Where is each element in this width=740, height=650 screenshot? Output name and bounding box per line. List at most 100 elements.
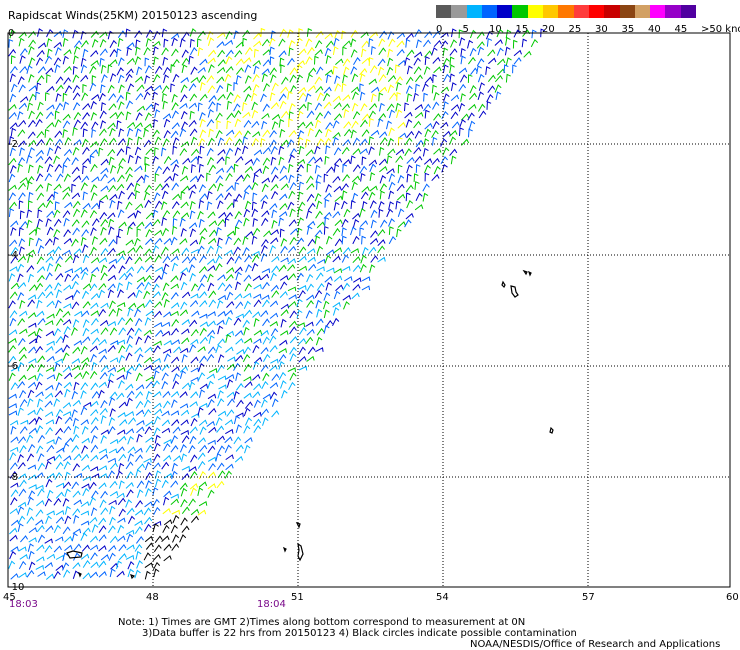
wind-barb xyxy=(28,358,37,364)
wind-barb xyxy=(449,130,458,137)
note-line-2: 3)Data buffer is 22 hrs from 20150123 4)… xyxy=(142,628,577,639)
wind-barb xyxy=(324,198,330,208)
wind-barb xyxy=(395,64,400,74)
wind-barb xyxy=(128,417,137,425)
wind-barb xyxy=(62,249,71,256)
wind-barb xyxy=(72,490,81,498)
wind-barb xyxy=(109,480,118,489)
wind-barb xyxy=(173,455,182,462)
wind-barb xyxy=(143,457,152,463)
wind-barb xyxy=(270,74,277,83)
wind-barb xyxy=(127,307,134,317)
wind-barb xyxy=(44,284,53,292)
wind-barb xyxy=(333,113,343,121)
wind-barb xyxy=(251,254,260,263)
wind-barb xyxy=(170,390,180,398)
wind-barb xyxy=(37,66,46,74)
wind-barb xyxy=(153,370,160,379)
wind-barb xyxy=(253,293,262,299)
wind-barb xyxy=(271,398,279,407)
wind-barb xyxy=(53,155,60,164)
wind-barb xyxy=(63,284,72,291)
wind-barb xyxy=(46,355,55,362)
wind-barb xyxy=(17,292,25,301)
wind-barb xyxy=(164,175,173,183)
wind-barb xyxy=(308,263,317,271)
wind-barb xyxy=(91,390,100,399)
wind-barb xyxy=(414,204,424,211)
wind-barb xyxy=(18,37,25,47)
wind-barb xyxy=(125,370,132,380)
wind-barb xyxy=(9,534,18,542)
wind-barb xyxy=(91,93,100,101)
wind-barb xyxy=(469,47,477,57)
wind-barb xyxy=(217,390,224,399)
wind-barb xyxy=(18,436,27,444)
wind-barb xyxy=(20,220,28,229)
wind-barb xyxy=(80,501,90,507)
wind-barb xyxy=(342,40,352,48)
wind-barb xyxy=(35,472,44,479)
wind-barb xyxy=(235,58,244,66)
wind-barb xyxy=(100,327,109,335)
wind-barb xyxy=(369,103,378,111)
wind-barb xyxy=(82,254,90,264)
wind-barb xyxy=(189,93,198,102)
wind-barb xyxy=(108,184,117,193)
wind-barb xyxy=(333,268,343,274)
wind-barb xyxy=(100,120,107,129)
wind-barb xyxy=(226,409,235,417)
wind-barb xyxy=(10,282,20,290)
wind-barb xyxy=(135,92,144,101)
wind-barb xyxy=(289,310,297,319)
wind-barb xyxy=(251,101,258,111)
wind-barb xyxy=(36,445,44,454)
wind-barb xyxy=(145,103,154,111)
note-line-3: NOAA/NESDIS/Office of Research and Appli… xyxy=(470,639,721,650)
wind-barb xyxy=(189,200,196,210)
wind-barb xyxy=(170,64,176,73)
wind-barb xyxy=(28,417,38,425)
wind-barb xyxy=(82,370,90,379)
wind-barb xyxy=(27,543,34,552)
wind-barb xyxy=(37,164,44,174)
wind-barb xyxy=(208,290,217,299)
wind-barb xyxy=(134,30,143,38)
wind-barb xyxy=(90,552,98,561)
wind-barb xyxy=(35,118,43,127)
wind-barb xyxy=(233,30,240,40)
wind-barb xyxy=(82,319,90,328)
wind-barb xyxy=(143,174,150,184)
wind-barb xyxy=(62,186,71,193)
wind-barb xyxy=(18,572,27,578)
wind-barb xyxy=(126,127,134,137)
wind-barb xyxy=(406,199,414,209)
wind-barb xyxy=(81,175,90,183)
wind-barb xyxy=(118,272,128,280)
wind-barb xyxy=(332,227,341,236)
wind-barb xyxy=(80,345,88,355)
wind-barb xyxy=(163,472,173,479)
wind-barb xyxy=(388,38,396,47)
wind-barb xyxy=(335,284,344,292)
wind-barb xyxy=(217,310,226,317)
wind-barb xyxy=(450,39,458,48)
wind-barb xyxy=(450,104,460,111)
wind-barb xyxy=(89,481,97,490)
wind-barb xyxy=(208,335,215,344)
wind-barb xyxy=(152,40,161,47)
wind-barb xyxy=(261,112,270,120)
wind-barb xyxy=(280,330,289,336)
wind-barb xyxy=(143,248,152,256)
wind-barb xyxy=(100,364,109,373)
wind-barb xyxy=(74,266,83,273)
wind-barb xyxy=(26,434,34,443)
wind-barb xyxy=(45,573,55,580)
wind-barb xyxy=(71,157,79,166)
wind-barb xyxy=(233,81,239,91)
wind-barb xyxy=(369,237,379,245)
wind-barb xyxy=(432,101,440,110)
wind-barb xyxy=(145,29,154,38)
wind-barb xyxy=(261,268,271,273)
wind-barb xyxy=(378,92,384,102)
